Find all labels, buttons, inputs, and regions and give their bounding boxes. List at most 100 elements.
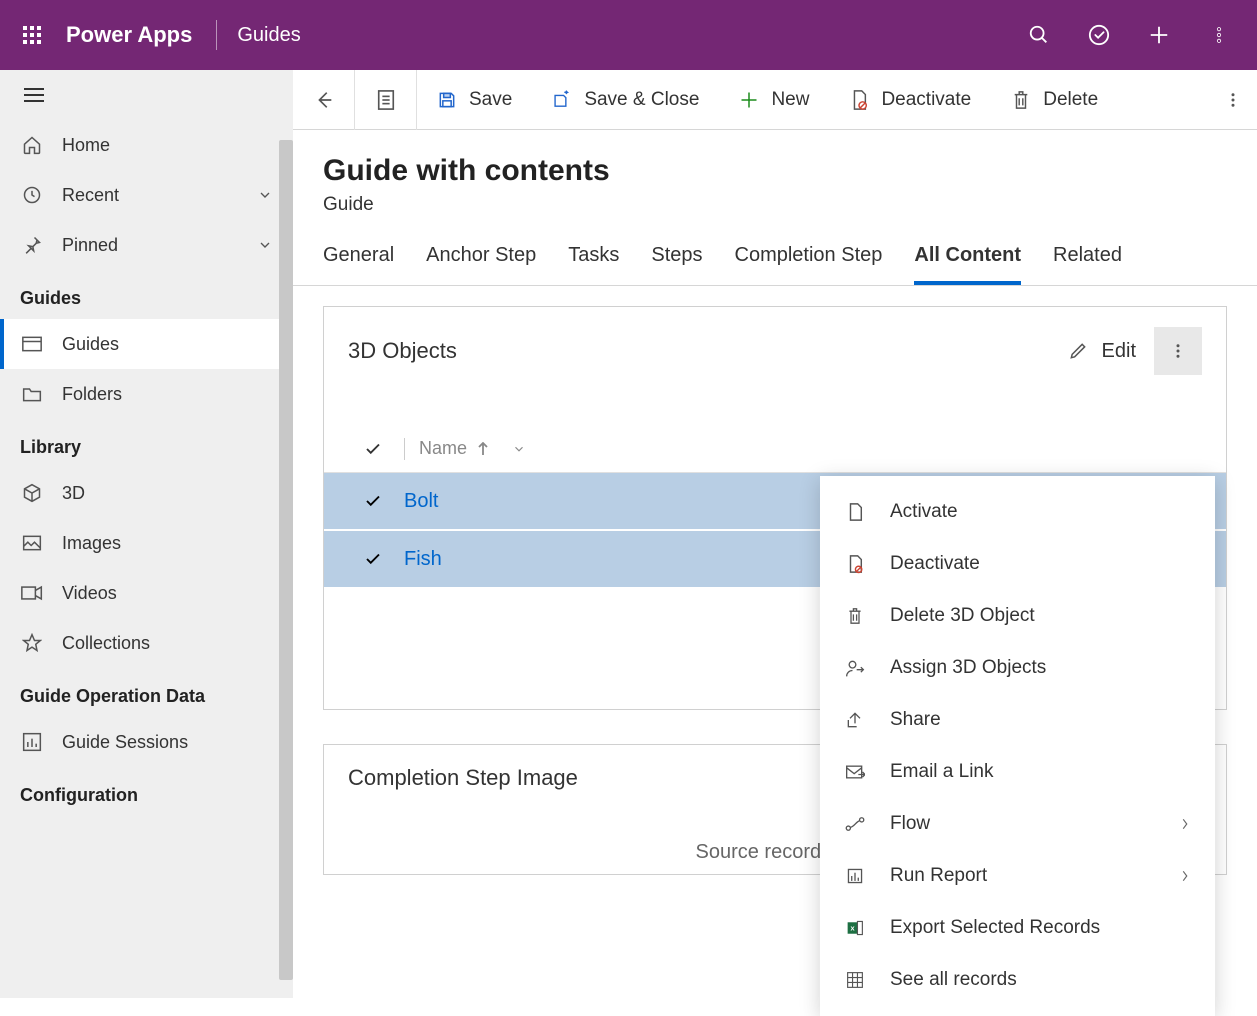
guides-icon — [20, 332, 44, 356]
trash-icon — [844, 605, 866, 627]
ctx-share[interactable]: Share — [820, 694, 1215, 746]
ctx-deactivate[interactable]: Deactivate — [820, 538, 1215, 590]
sidebar-item-folders[interactable]: Folders — [0, 369, 293, 419]
sidebar-scrollbar[interactable] — [279, 140, 293, 980]
deactivate-icon — [849, 90, 869, 110]
folder-icon — [20, 382, 44, 406]
select-all-check[interactable] — [364, 440, 404, 458]
app-launcher-icon[interactable] — [8, 11, 56, 59]
sidebar-item-collections[interactable]: Collections — [0, 618, 293, 668]
plus-icon — [739, 90, 759, 110]
save-close-button[interactable]: Save & Close — [532, 70, 719, 130]
sidebar: Home Recent Pinned Guides Guides Folders… — [0, 70, 293, 998]
app-title: Power Apps — [56, 22, 216, 48]
row-name-link[interactable]: Bolt — [404, 490, 438, 513]
hamburger-icon — [24, 88, 44, 102]
tab-steps[interactable]: Steps — [651, 244, 702, 285]
new-button[interactable]: New — [719, 70, 829, 130]
nav-label: Videos — [62, 583, 117, 604]
ctx-export[interactable]: x Export Selected Records — [820, 902, 1215, 954]
activate-icon — [844, 501, 866, 523]
nav-label: Home — [62, 135, 110, 156]
menu-toggle[interactable] — [0, 70, 293, 120]
grid-icon — [844, 969, 866, 991]
column-name[interactable]: Name — [419, 438, 527, 459]
nav-label: Guide Sessions — [62, 732, 188, 753]
chevron-down-icon — [511, 442, 527, 456]
panel-more-icon[interactable] — [1154, 327, 1202, 375]
sidebar-item-images[interactable]: Images — [0, 518, 293, 568]
chevron-down-icon — [257, 187, 273, 203]
cube-icon — [20, 481, 44, 505]
ctx-activate[interactable]: Activate — [820, 486, 1215, 538]
tab-anchor-step[interactable]: Anchor Step — [426, 244, 536, 285]
share-icon — [844, 709, 866, 731]
sidebar-item-videos[interactable]: Videos — [0, 568, 293, 618]
sort-asc-icon — [477, 442, 489, 456]
deactivate-icon — [844, 553, 866, 575]
sidebar-item-guide-sessions[interactable]: Guide Sessions — [0, 717, 293, 767]
edit-label: Edit — [1102, 340, 1136, 363]
trash-icon — [1011, 90, 1031, 110]
row-name-link[interactable]: Fish — [404, 548, 442, 571]
flow-icon — [844, 813, 866, 835]
more-vertical-icon[interactable] — [1189, 0, 1249, 70]
image-icon — [20, 531, 44, 555]
mail-icon — [844, 761, 866, 783]
tab-general[interactable]: General — [323, 244, 394, 285]
tab-completion-step[interactable]: Completion Step — [735, 244, 883, 285]
nav-home[interactable]: Home — [0, 120, 293, 170]
grid-header: Name — [324, 425, 1226, 473]
save-button[interactable]: Save — [417, 70, 532, 130]
delete-button[interactable]: Delete — [991, 70, 1118, 130]
tab-related[interactable]: Related — [1053, 244, 1122, 285]
section-guides: Guides — [0, 270, 293, 319]
ctx-delete[interactable]: Delete 3D Object — [820, 590, 1215, 642]
nav-recent[interactable]: Recent — [0, 170, 293, 220]
ctx-flow[interactable]: Flow — [820, 798, 1215, 850]
record-title: Guide with contents — [323, 154, 1227, 188]
ctx-email-link[interactable]: Email a Link — [820, 746, 1215, 798]
search-icon[interactable] — [1009, 0, 1069, 70]
nav-label: Pinned — [62, 235, 118, 256]
section-guide-op: Guide Operation Data — [0, 668, 293, 717]
sidebar-item-guides[interactable]: Guides — [0, 319, 293, 369]
row-check-icon[interactable] — [364, 492, 404, 510]
cmd-label: Save — [469, 89, 512, 111]
ctx-run-report[interactable]: Run Report — [820, 850, 1215, 902]
row-check-icon[interactable] — [364, 550, 404, 568]
record-header: Guide with contents Guide — [293, 130, 1257, 216]
add-icon[interactable] — [1129, 0, 1189, 70]
chevron-down-icon — [257, 237, 273, 253]
cmd-label: Save & Close — [584, 89, 699, 111]
task-icon[interactable] — [1069, 0, 1129, 70]
nav-pinned[interactable]: Pinned — [0, 220, 293, 270]
tab-tasks[interactable]: Tasks — [568, 244, 619, 285]
nav-label: Guides — [62, 334, 119, 355]
module-title[interactable]: Guides — [217, 24, 320, 47]
command-bar: Save Save & Close New Deactivate Delete — [293, 70, 1257, 130]
cmd-label: Deactivate — [881, 89, 971, 111]
ctx-assign[interactable]: Assign 3D Objects — [820, 642, 1215, 694]
sidebar-item-3d[interactable]: 3D — [0, 468, 293, 518]
nav-label: Collections — [62, 633, 150, 654]
edit-button[interactable]: Edit — [1058, 340, 1146, 363]
main-content: Save Save & Close New Deactivate Delete — [293, 70, 1257, 998]
report-icon — [844, 865, 866, 887]
pencil-icon — [1068, 341, 1088, 361]
deactivate-button[interactable]: Deactivate — [829, 70, 991, 130]
back-button[interactable] — [293, 70, 355, 130]
tab-all-content[interactable]: All Content — [914, 244, 1021, 285]
record-set-button[interactable] — [355, 70, 417, 130]
context-menu: Activate Deactivate Delete 3D Object Ass… — [820, 476, 1215, 1016]
assign-icon — [844, 657, 866, 679]
app-header: Power Apps Guides — [0, 0, 1257, 70]
nav-label: Recent — [62, 185, 119, 206]
nav-label: 3D — [62, 483, 85, 504]
section-library: Library — [0, 419, 293, 468]
record-entity: Guide — [323, 194, 1227, 216]
nav-label: Images — [62, 533, 121, 554]
ctx-see-all[interactable]: See all records — [820, 954, 1215, 1006]
cmdbar-more-icon[interactable] — [1209, 91, 1257, 109]
panel-title: 3D Objects — [348, 338, 1058, 364]
